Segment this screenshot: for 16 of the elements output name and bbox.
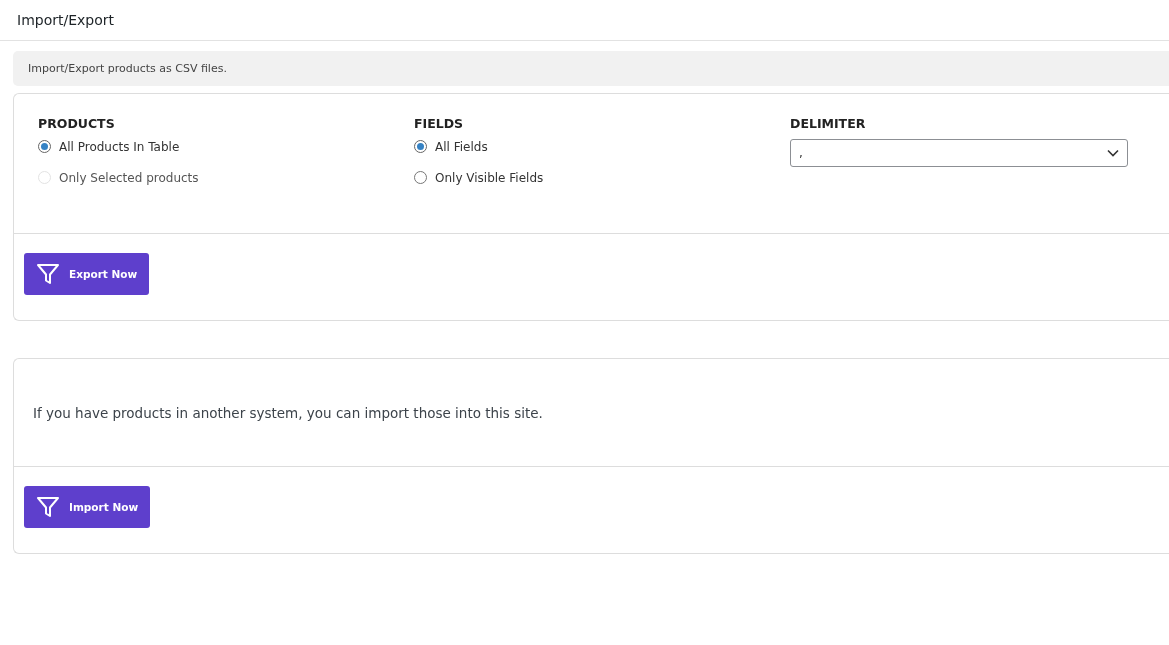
export-now-button[interactable]: Export Now [24,253,150,295]
import-now-button[interactable]: Import Now [24,486,151,528]
page-title: Import/Export [17,12,114,28]
filter-icon [36,262,60,286]
notice-bar: Import/Export products as CSV files. [13,51,1169,86]
filter-icon [36,495,60,519]
radio-label: All Products In Table [59,139,180,154]
group-heading: PRODUCTS [38,116,116,131]
radio-label: Only Visible Fields [435,170,544,185]
radio-label: All Fields [435,139,488,154]
delimiter-select[interactable]: , [790,139,1128,167]
chevron-down-icon [1107,149,1119,157]
import-description: If you have products in another system, you can import those into this site. [33,404,543,421]
radio-label: Only Selected products [59,170,199,185]
group-heading: FIELDS [414,116,465,131]
group-heading: DELIMITER [790,116,867,131]
